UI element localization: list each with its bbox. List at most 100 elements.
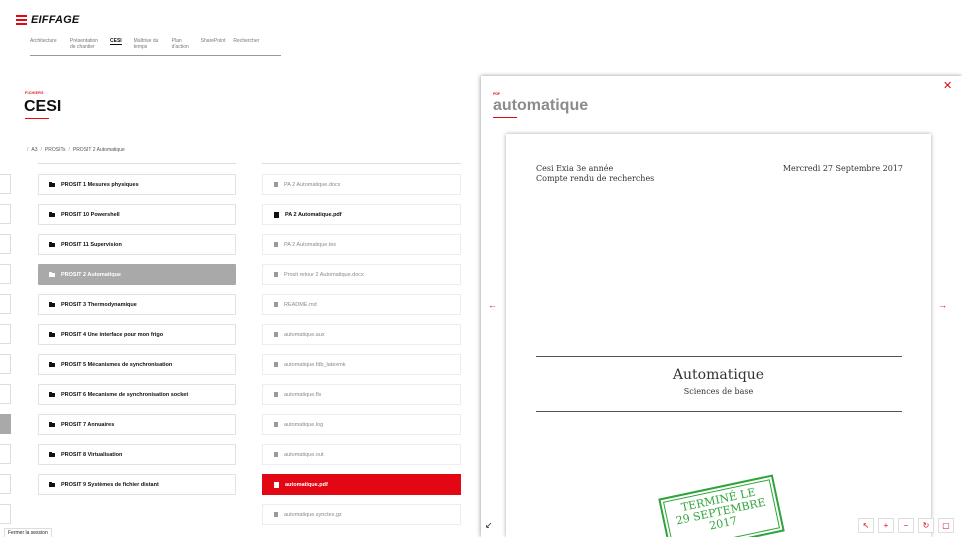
folder-item[interactable]: PROSIT 8 Virtualisation	[38, 444, 236, 465]
parent-list-item[interactable]	[0, 264, 11, 284]
folder-icon	[49, 211, 55, 217]
file-label: PA 2 Automatique.docx	[284, 181, 341, 188]
file-item[interactable]: automatique.aux	[262, 324, 461, 345]
parent-list-item[interactable]	[0, 414, 11, 434]
nav-rechercher[interactable]: Rechercher	[233, 38, 259, 44]
completed-stamp: TERMINÉ LE 29 SEPTEMBRE 2017	[658, 474, 785, 537]
folder-icon	[49, 361, 55, 367]
folder-icon	[49, 331, 55, 337]
folder-item[interactable]: PROSIT 11 Supervision	[38, 234, 236, 255]
viewer-title-underline	[493, 117, 517, 118]
file-label: automatique.fdb_latexmk	[284, 361, 346, 368]
stamp-line-3: 2017	[708, 514, 739, 533]
pdf-rule-top	[536, 356, 902, 357]
nav-cesi[interactable]: CESI	[110, 38, 122, 45]
file-label: automatique.aux	[284, 331, 325, 338]
folder-icon	[49, 481, 55, 487]
rotate-icon[interactable]: ↻	[918, 518, 934, 533]
nav-architecture[interactable]: Architecture	[30, 38, 70, 44]
breadcrumb-item-prosits[interactable]: PROSITs	[45, 147, 66, 153]
arrow-right-icon[interactable]: →	[938, 301, 947, 310]
file-icon	[274, 182, 278, 187]
file-label: README.md	[284, 301, 317, 308]
parent-list-item[interactable]	[0, 354, 11, 374]
file-icon	[274, 242, 278, 247]
nav-plan-action[interactable]: Plan d'action	[172, 38, 194, 50]
parent-list-item[interactable]	[0, 174, 11, 194]
logo-text: EIFFAGE	[31, 14, 80, 26]
file-item[interactable]: automatique.log	[262, 414, 461, 435]
file-item[interactable]: automatique.synctex.gz	[262, 504, 461, 525]
file-icon	[274, 302, 278, 307]
parent-list-item[interactable]	[0, 234, 11, 254]
pdf-viewer-panel: PDF automatique ✕ ← → Cesi Exia 3e année…	[481, 76, 962, 537]
file-item[interactable]: PA 2 Automatique.pdf	[262, 204, 461, 225]
file-label: automatique.out	[284, 451, 324, 458]
file-item[interactable]: README.md	[262, 294, 461, 315]
folder-item[interactable]: PROSIT 6 Mecanisme de synchronisation so…	[38, 384, 236, 405]
viewer-title: automatique	[493, 97, 589, 114]
folder-icon	[49, 451, 55, 457]
folder-label: PROSIT 8 Virtualisation	[61, 451, 123, 458]
parent-list-item[interactable]	[0, 294, 11, 314]
file-item[interactable]: automatique.out	[262, 444, 461, 465]
file-icon	[274, 332, 278, 337]
file-item[interactable]: automatique.fdb_latexmk	[262, 354, 461, 375]
folder-item[interactable]: PROSIT 3 Thermodynamique	[38, 294, 236, 315]
pdf-rule-bottom	[536, 411, 902, 412]
stamp-line-2: 29 SEPTEMBRE	[674, 495, 767, 528]
expand-icon[interactable]: ↖	[858, 518, 874, 533]
pdf-header-date: Mercredi 27 Septembre 2017	[782, 164, 903, 173]
file-item[interactable]: PA 2 Automatique.docx	[262, 174, 461, 195]
logo-mark-icon	[16, 15, 27, 25]
file-item[interactable]: Prosit retour 2 Automatique.docx	[262, 264, 461, 285]
folder-label: PROSIT 6 Mecanisme de synchronisation so…	[61, 391, 189, 398]
file-icon	[274, 272, 278, 277]
folder-item[interactable]: PROSIT 10 Powershell	[38, 204, 236, 225]
folder-item[interactable]: PROSIT 2 Automatique	[38, 264, 236, 285]
close-icon[interactable]: ✕	[943, 81, 952, 92]
file-icon	[274, 392, 278, 397]
eiffage-logo[interactable]: EIFFAGE	[16, 14, 79, 26]
parent-list-item[interactable]	[0, 324, 11, 344]
breadcrumb-separator: /	[40, 147, 42, 153]
nav-maitrise-temps[interactable]: Maîtrise du temps	[134, 38, 164, 50]
nav-presentation-chantier[interactable]: Présentation de chantier	[70, 38, 103, 50]
folder-item[interactable]: PROSIT 1 Mesures physiques	[38, 174, 236, 195]
folder-icon	[49, 271, 55, 277]
parent-list-item[interactable]	[0, 384, 11, 404]
top-nav: Architecture Présentation de chantier CE…	[30, 38, 281, 56]
file-item[interactable]: PA 2 Automatique.tex	[262, 234, 461, 255]
parent-list-item[interactable]	[0, 204, 11, 224]
folder-icon	[49, 421, 55, 427]
file-label: automatique.pdf	[285, 481, 328, 488]
folder-item[interactable]: PROSIT 4 Une interface pour mon frigo	[38, 324, 236, 345]
fit-icon[interactable]: ▢	[938, 518, 954, 533]
logout-button[interactable]: Fermer la session	[4, 528, 52, 537]
file-item[interactable]: automatique.pdf	[262, 474, 461, 495]
collapse-icon[interactable]: ↙	[485, 521, 493, 530]
zoom-out-icon[interactable]: −	[898, 518, 914, 533]
breadcrumb-separator: /	[27, 147, 29, 153]
folder-icon	[49, 181, 55, 187]
folder-item[interactable]: PROSIT 7 Annuaires	[38, 414, 236, 435]
folder-column-divider	[38, 163, 236, 164]
title-underline	[25, 118, 49, 119]
zoom-in-icon[interactable]: +	[878, 518, 894, 533]
folder-item[interactable]: PROSIT 9 Systèmes de fichier distant	[38, 474, 236, 495]
folder-item[interactable]: PROSIT 5 Mécanismes de synchronisation	[38, 354, 236, 375]
file-column-divider	[262, 163, 461, 164]
parent-list-item[interactable]	[0, 504, 11, 524]
file-icon	[274, 362, 278, 367]
pdf-page[interactable]: Cesi Exia 3e année Compte rendu de reche…	[506, 134, 931, 537]
file-item[interactable]: automatique.fls	[262, 384, 461, 405]
breadcrumb-item-current[interactable]: PROSIT 2 Automatique	[73, 147, 125, 153]
file-label: automatique.fls	[284, 391, 322, 398]
parent-list-item[interactable]	[0, 474, 11, 494]
nav-sharepoint[interactable]: SharePoint	[201, 38, 226, 44]
breadcrumb-item-a3[interactable]: A3	[31, 147, 37, 153]
arrow-left-icon[interactable]: ←	[488, 301, 497, 310]
parent-list-item[interactable]	[0, 444, 11, 464]
folder-label: PROSIT 2 Automatique	[61, 271, 121, 278]
viewer-toolbar: ↖ + − ↻ ▢	[858, 518, 954, 533]
